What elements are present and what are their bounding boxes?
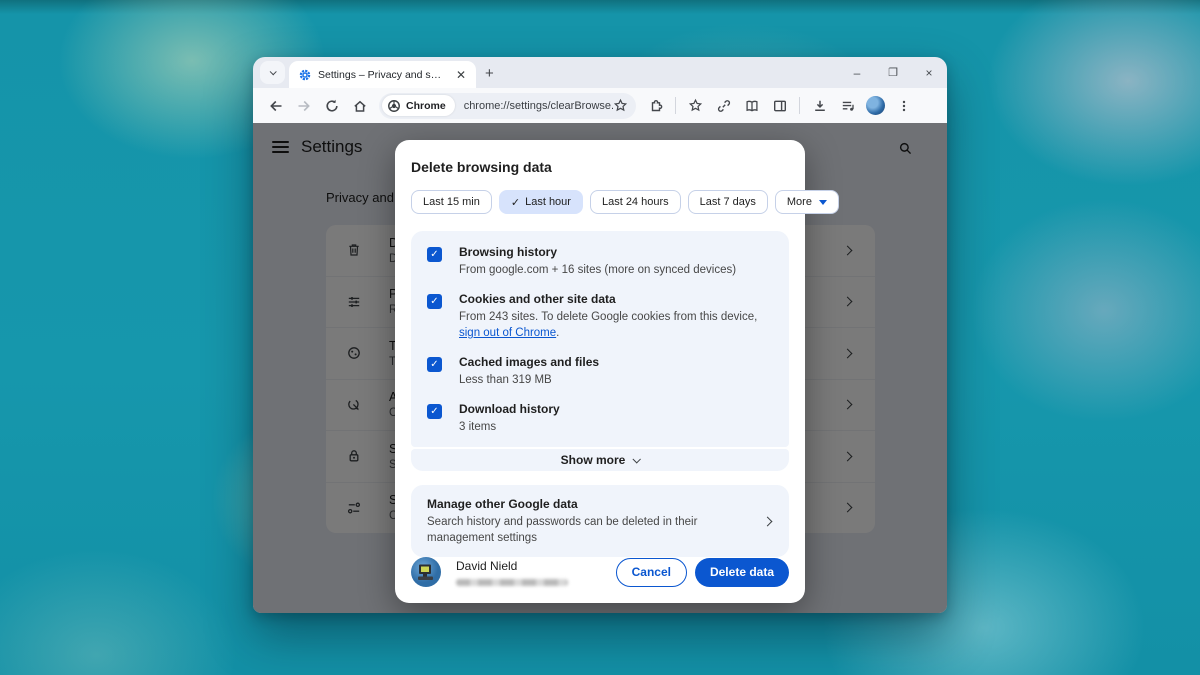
reading-list-button[interactable] [738, 92, 765, 119]
maximize-button[interactable]: ❐ [875, 66, 911, 79]
delete-browsing-data-dialog: Delete browsing data Last 15 min ✓ Last h… [395, 140, 805, 603]
tab-settings[interactable]: Settings – Privacy and security ✕ [289, 61, 476, 88]
item-title: Browsing history [459, 245, 736, 260]
chip-last-7-days[interactable]: Last 7 days [688, 190, 768, 214]
manage-google-data-card[interactable]: Manage other Google data Search history … [411, 485, 789, 557]
data-type-list: ✓ Browsing history From google.com + 16 … [411, 231, 789, 447]
show-more-label: Show more [561, 453, 626, 467]
check-icon: ✓ [511, 196, 520, 209]
settings-page: Settings Privacy and s DeleDele PrivaRev… [253, 123, 947, 613]
chrome-chip-label: Chrome [406, 100, 446, 112]
chip-more-dropdown[interactable]: More [775, 190, 839, 214]
manage-subtitle: Search history and passwords can be dele… [427, 514, 747, 546]
chip-label: Last 7 days [700, 196, 756, 208]
chip-label: Last hour [525, 196, 571, 208]
side-panel-icon [772, 98, 788, 114]
chip-last-24-hours[interactable]: Last 24 hours [590, 190, 681, 214]
email-redacted [456, 579, 568, 586]
chip-last-15-min[interactable]: Last 15 min [411, 190, 492, 214]
item-title: Cookies and other site data [459, 292, 773, 307]
toolbar-divider [675, 97, 676, 114]
user-name: David Nield [456, 559, 568, 573]
cancel-button[interactable]: Cancel [616, 558, 687, 587]
side-panel-button[interactable] [766, 92, 793, 119]
tab-search-button[interactable] [260, 61, 285, 84]
sign-out-link[interactable]: sign out of Chrome [459, 327, 556, 339]
downloads-button[interactable] [806, 92, 833, 119]
chip-last-hour[interactable]: ✓ Last hour [499, 190, 583, 214]
tab-groups-button[interactable] [834, 92, 861, 119]
book-icon [744, 98, 760, 114]
download-icon [812, 98, 828, 114]
item-title: Cached images and files [459, 355, 599, 370]
tab-strip: Settings – Privacy and security ✕ + – ❐ … [253, 57, 947, 88]
url-text: chrome://settings/clearBrowse... [464, 100, 613, 112]
avatar-image [866, 96, 885, 115]
reload-button[interactable] [318, 92, 345, 119]
new-tab-button[interactable]: + [485, 66, 494, 81]
chip-label: Last 24 hours [602, 196, 669, 208]
checkbox-checked[interactable]: ✓ [427, 294, 442, 309]
manage-title: Manage other Google data [427, 496, 747, 512]
show-more-button[interactable]: Show more [411, 449, 789, 471]
dialog-footer: David Nield Cancel Delete data [411, 557, 789, 587]
extensions-button[interactable] [642, 92, 669, 119]
forward-button[interactable] [290, 92, 317, 119]
checkbox-checked[interactable]: ✓ [427, 357, 442, 372]
chip-label: Last 15 min [423, 196, 480, 208]
dialog-title: Delete browsing data [411, 159, 789, 175]
item-subtitle: From 243 sites. To delete Google cookies… [459, 309, 773, 341]
toolbar-divider [799, 97, 800, 114]
checkbox-checked[interactable]: ✓ [427, 404, 442, 419]
checkbox-checked[interactable]: ✓ [427, 247, 442, 262]
browser-toolbar: Chrome chrome://settings/clearBrowse... [253, 88, 947, 123]
tab-title: Settings – Privacy and security [318, 69, 447, 81]
item-cookies[interactable]: ✓ Cookies and other site data From 243 s… [411, 285, 789, 348]
item-cached-images[interactable]: ✓ Cached images and files Less than 319 … [411, 348, 789, 395]
item-subtitle: From google.com + 16 sites (more on sync… [459, 262, 736, 278]
home-button[interactable] [346, 92, 373, 119]
bookmark-star-icon[interactable] [613, 98, 628, 113]
bookmarks-button[interactable] [682, 92, 709, 119]
star-icon [688, 98, 703, 113]
caret-down-icon [819, 200, 827, 205]
item-download-history[interactable]: ✓ Download history 3 items [411, 395, 789, 442]
user-avatar [411, 557, 441, 587]
delete-data-button[interactable]: Delete data [695, 558, 789, 587]
address-bar[interactable]: Chrome chrome://settings/clearBrowse... [379, 93, 636, 119]
list-icon [840, 98, 856, 114]
profile-avatar[interactable] [862, 92, 889, 119]
home-icon [352, 98, 368, 114]
browser-window: Settings – Privacy and security ✕ + – ❐ … [253, 57, 947, 613]
kebab-menu-icon [897, 99, 911, 113]
chrome-logo-icon [387, 99, 401, 113]
tab-close-icon[interactable]: ✕ [453, 68, 469, 82]
copy-link-button[interactable] [710, 92, 737, 119]
link-icon [716, 98, 732, 114]
gear-icon [298, 68, 312, 82]
arrow-left-icon [268, 98, 284, 114]
chevron-right-icon [763, 516, 773, 526]
item-browsing-history[interactable]: ✓ Browsing history From google.com + 16 … [411, 238, 789, 285]
menu-button[interactable] [890, 92, 917, 119]
item-subtitle: Less than 319 MB [459, 372, 599, 388]
item-subtitle: 3 items [459, 419, 560, 435]
item-title: Download history [459, 402, 560, 417]
time-range-chips: Last 15 min ✓ Last hour Last 24 hours Las… [411, 190, 789, 214]
chevron-down-icon [270, 68, 277, 75]
reload-icon [324, 98, 340, 114]
back-button[interactable] [262, 92, 289, 119]
chevron-down-icon [633, 455, 641, 463]
chip-label: More [787, 196, 812, 208]
window-controls: – ❐ × [839, 57, 947, 88]
arrow-right-icon [296, 98, 312, 114]
minimize-button[interactable]: – [839, 66, 875, 80]
chrome-chip[interactable]: Chrome [382, 95, 455, 116]
close-button[interactable]: × [911, 66, 947, 80]
puzzle-icon [648, 98, 664, 114]
